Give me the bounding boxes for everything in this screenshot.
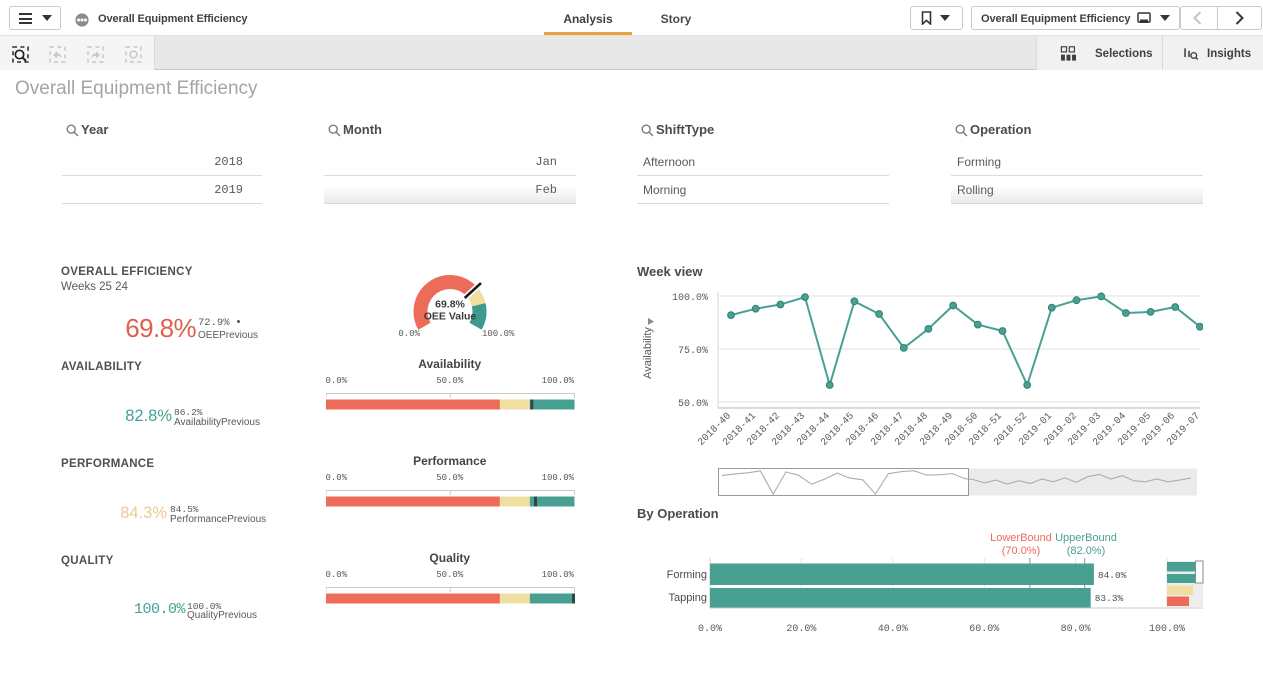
- svg-text:OEE Value: OEE Value: [424, 311, 477, 323]
- svg-text:Availability: Availability: [642, 327, 654, 379]
- svg-text:Tapping: Tapping: [668, 592, 707, 604]
- svg-text:40.0%: 40.0%: [878, 624, 908, 635]
- svg-text:20.0%: 20.0%: [786, 624, 816, 635]
- svg-text:60.0%: 60.0%: [969, 624, 999, 635]
- svg-text:69.8%: 69.8%: [435, 299, 465, 311]
- svg-text:100.0%: 100.0%: [482, 329, 515, 339]
- svg-text:0.0%: 0.0%: [398, 329, 420, 339]
- svg-text:50.0%: 50.0%: [678, 399, 708, 410]
- svg-text:80.0%: 80.0%: [1061, 624, 1091, 635]
- svg-text:100.0%: 100.0%: [672, 293, 708, 304]
- svg-text:100.0%: 100.0%: [1149, 624, 1185, 635]
- svg-text:83.3%: 83.3%: [1095, 593, 1124, 604]
- svg-text:0.0%: 0.0%: [698, 624, 722, 635]
- svg-text:Forming: Forming: [667, 569, 707, 581]
- svg-text:75.0%: 75.0%: [678, 346, 708, 357]
- svg-text:84.0%: 84.0%: [1098, 570, 1127, 581]
